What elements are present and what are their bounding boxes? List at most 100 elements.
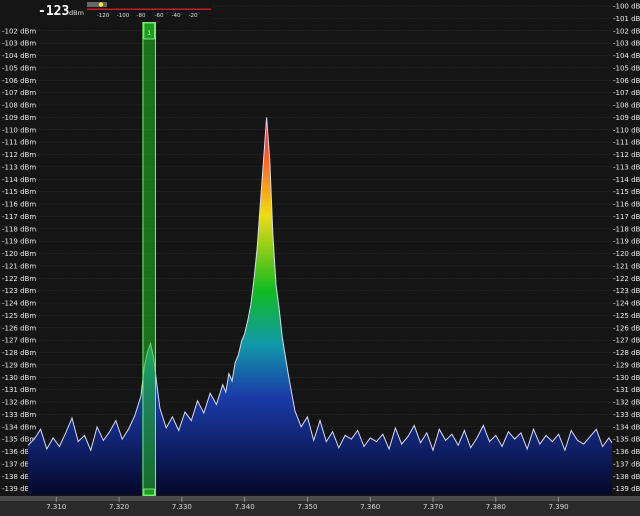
y-tick-label-right: -110 dBm [613, 126, 640, 134]
y-tick-label-left: -120 dBm [2, 250, 36, 258]
y-tick-label-left: -108 dBm [2, 102, 36, 110]
y-tick-label-left: -131 dBm [2, 386, 36, 394]
y-tick-label-left: -128 dBm [2, 349, 36, 357]
y-tick-label-left: -117 dBm [2, 213, 36, 221]
x-tick-label: 7.370 [423, 503, 443, 511]
meter-tick-label: -60 [155, 13, 164, 19]
meter-tick-label: -80 [137, 13, 146, 19]
y-tick-label-right: -137 dBm [613, 460, 640, 468]
y-tick-label-right: -136 dBm [613, 448, 640, 456]
marker-foot[interactable] [143, 488, 155, 496]
y-tick-label-left: -109 dBm [2, 114, 36, 122]
y-tick-label-right: -114 dBm [613, 176, 640, 184]
y-tick-label-right: -120 dBm [613, 250, 640, 258]
y-tick-label-left: -103 dBm [2, 40, 36, 48]
y-tick-label-right: -132 dBm [613, 399, 640, 407]
meter-tick-label: -120 [97, 13, 110, 19]
signal-readout: -123 dBm -120 -100 -80 -60 -40 -20 [0, 0, 212, 22]
y-tick-label-left: -114 dBm [2, 176, 36, 184]
y-tick-label-left: -124 dBm [2, 300, 36, 308]
meter-tick-label: -20 [189, 13, 198, 19]
meter-shadow [87, 2, 107, 7]
y-tick-label-left: -116 dBm [2, 201, 36, 209]
y-tick-label-left: -132 dBm [2, 399, 36, 407]
x-axis [0, 496, 640, 516]
x-tick-label: 7.350 [297, 503, 317, 511]
y-tick-label-right: -115 dBm [613, 188, 640, 196]
x-tick-label: 7.380 [486, 503, 506, 511]
marker-band[interactable] [142, 21, 156, 497]
y-tick-label-right: -131 dBm [613, 386, 640, 394]
y-tick-label-left: -125 dBm [2, 312, 36, 320]
marker-1[interactable]: 1 [142, 21, 156, 497]
y-tick-label-right: -138 dBm [613, 473, 640, 481]
y-tick-label-right: -127 dBm [613, 337, 640, 345]
y-tick-label-left: -127 dBm [2, 337, 36, 345]
y-tick-label-left: -133 dBm [2, 411, 36, 419]
y-tick-label-right: -100 dBm [613, 3, 640, 11]
y-tick-label-right: -134 dBm [613, 423, 640, 431]
y-tick-label-right: -124 dBm [613, 300, 640, 308]
y-tick-label-right: -111 dBm [613, 139, 640, 147]
y-tick-label-right: -139 dBm [613, 485, 640, 493]
y-tick-label-right: -102 dBm [613, 27, 640, 35]
x-tick-label: 7.310 [46, 503, 66, 511]
signal-unit: dBm [69, 9, 84, 17]
spectrum-display[interactable]: -100 dBm -101 dBm -102 dBm -103 dBm -104 dBm… [0, 0, 640, 516]
y-tick-label-right: -109 dBm [613, 114, 640, 122]
y-tick-label-left: -119 dBm [2, 238, 36, 246]
y-tick-label-left: -121 dBm [2, 262, 36, 270]
meter-tick-label: -100 [117, 13, 130, 19]
y-tick-label-right: -133 dBm [613, 411, 640, 419]
y-tick-label-left: -129 dBm [2, 361, 36, 369]
y-tick-label-left: -115 dBm [2, 188, 36, 196]
y-tick-label-right: -126 dBm [613, 324, 640, 332]
y-tick-label-right: -108 dBm [613, 102, 640, 110]
x-tick-label: 7.390 [549, 503, 569, 511]
y-tick-label-right: -116 dBm [613, 201, 640, 209]
frequency-scroll-bar[interactable] [0, 496, 640, 501]
y-tick-label-right: -121 dBm [613, 262, 640, 270]
meter-scale-bar [87, 8, 211, 10]
y-tick-label-right: -119 dBm [613, 238, 640, 246]
y-tick-label-right: -128 dBm [613, 349, 640, 357]
meter-tick-label: -40 [172, 13, 181, 19]
y-tick-label-left: -134 dBm [2, 423, 36, 431]
y-tick-label-left: -111 dBm [2, 139, 36, 147]
y-tick-label-left: -105 dBm [2, 64, 36, 72]
x-tick-label: 7.330 [172, 503, 192, 511]
meter-level-knob[interactable] [98, 2, 104, 7]
y-tick-label-left: -126 dBm [2, 324, 36, 332]
signal-value: -123 [38, 4, 69, 19]
x-tick-label: 7.320 [109, 503, 129, 511]
y-tick-label-right: -101 dBm [613, 15, 640, 23]
y-tick-label-right: -122 dBm [613, 275, 640, 283]
y-tick-label-right: -106 dBm [613, 77, 640, 85]
y-tick-label-left: -102 dBm [2, 27, 36, 35]
y-tick-label-right: -130 dBm [613, 374, 640, 382]
y-tick-label-right: -113 dBm [613, 163, 640, 171]
y-tick-label-left: -123 dBm [2, 287, 36, 295]
y-tick-label-right: -125 dBm [613, 312, 640, 320]
y-tick-label-left: -107 dBm [2, 89, 36, 97]
y-tick-label-right: -107 dBm [613, 89, 640, 97]
x-tick-label: 7.340 [235, 503, 255, 511]
spectrum-app: -100 dBm -101 dBm -102 dBm -103 dBm -104 dBm… [0, 0, 640, 516]
y-tick-label-left: -112 dBm [2, 151, 36, 159]
y-tick-label-right: -123 dBm [613, 287, 640, 295]
marker-label: 1 [147, 30, 151, 37]
y-tick-label-right: -118 dBm [613, 225, 640, 233]
y-tick-label-left: -130 dBm [2, 374, 36, 382]
y-tick-label-left: -104 dBm [2, 52, 36, 60]
y-tick-label-left: -106 dBm [2, 77, 36, 85]
y-tick-label-right: -135 dBm [613, 436, 640, 444]
y-tick-label-left: -122 dBm [2, 275, 36, 283]
y-tick-label-right: -117 dBm [613, 213, 640, 221]
y-tick-label-left: -118 dBm [2, 225, 36, 233]
y-tick-label-right: -112 dBm [613, 151, 640, 159]
y-tick-label-right: -129 dBm [613, 361, 640, 369]
y-tick-label-left: -113 dBm [2, 163, 36, 171]
y-tick-label-right: -105 dBm [613, 64, 640, 72]
x-tick-label: 7.360 [360, 503, 380, 511]
y-tick-label-right: -104 dBm [613, 52, 640, 60]
